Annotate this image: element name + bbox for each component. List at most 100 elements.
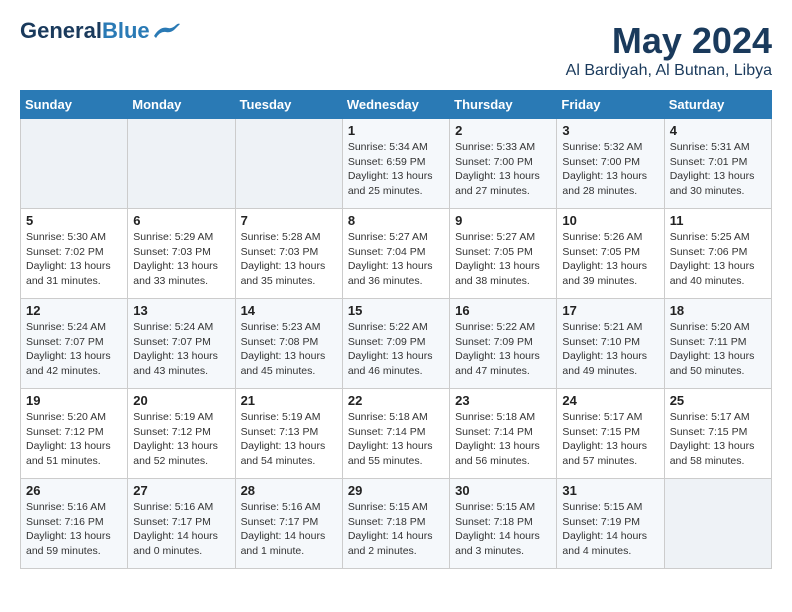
- calendar-week-row: 12 Sunrise: 5:24 AM Sunset: 7:07 PM Dayli…: [21, 299, 772, 389]
- column-header-tuesday: Tuesday: [235, 91, 342, 119]
- calendar-cell: 6 Sunrise: 5:29 AM Sunset: 7:03 PM Daylig…: [128, 209, 235, 299]
- cell-content: Sunrise: 5:23 AM Sunset: 7:08 PM Dayligh…: [241, 320, 337, 379]
- cell-content: Sunrise: 5:27 AM Sunset: 7:04 PM Dayligh…: [348, 230, 444, 289]
- cell-content: Sunrise: 5:31 AM Sunset: 7:01 PM Dayligh…: [670, 140, 766, 199]
- day-number: 24: [562, 393, 658, 408]
- cell-content: Sunrise: 5:18 AM Sunset: 7:14 PM Dayligh…: [455, 410, 551, 469]
- calendar-cell: 15Sunrise: 5:22 AM Sunset: 7:09 PM Dayli…: [342, 299, 449, 389]
- calendar-cell: 27Sunrise: 5:16 AM Sunset: 7:17 PM Dayli…: [128, 479, 235, 569]
- calendar-cell: 3 Sunrise: 5:32 AM Sunset: 7:00 PM Daylig…: [557, 119, 664, 209]
- cell-content: Sunrise: 5:21 AM Sunset: 7:10 PM Dayligh…: [562, 320, 658, 379]
- day-number: 6: [133, 213, 229, 228]
- calendar-cell: [664, 479, 771, 569]
- calendar-table: SundayMondayTuesdayWednesdayThursdayFrid…: [20, 90, 772, 569]
- day-number: 25: [670, 393, 766, 408]
- cell-content: Sunrise: 5:27 AM Sunset: 7:05 PM Dayligh…: [455, 230, 551, 289]
- cell-content: Sunrise: 5:20 AM Sunset: 7:11 PM Dayligh…: [670, 320, 766, 379]
- calendar-week-row: 1 Sunrise: 5:34 AM Sunset: 6:59 PM Daylig…: [21, 119, 772, 209]
- day-number: 1: [348, 123, 444, 138]
- cell-content: Sunrise: 5:19 AM Sunset: 7:13 PM Dayligh…: [241, 410, 337, 469]
- calendar-cell: 2 Sunrise: 5:33 AM Sunset: 7:00 PM Daylig…: [450, 119, 557, 209]
- day-number: 12: [26, 303, 122, 318]
- day-number: 7: [241, 213, 337, 228]
- day-number: 4: [670, 123, 766, 138]
- day-number: 5: [26, 213, 122, 228]
- calendar-cell: 24 Sunrise: 5:17 AM Sunset: 7:15 PM Dayli…: [557, 389, 664, 479]
- cell-content: Sunrise: 5:30 AM Sunset: 7:02 PM Dayligh…: [26, 230, 122, 289]
- day-number: 19: [26, 393, 122, 408]
- day-number: 8: [348, 213, 444, 228]
- cell-content: Sunrise: 5:29 AM Sunset: 7:03 PM Dayligh…: [133, 230, 229, 289]
- logo-bird-icon: [152, 22, 182, 40]
- calendar-week-row: 5 Sunrise: 5:30 AM Sunset: 7:02 PM Daylig…: [21, 209, 772, 299]
- page-header: GeneralBlue May 2024 Al Bardiyah, Al But…: [20, 20, 772, 80]
- calendar-cell: 31 Sunrise: 5:15 AM Sunset: 7:19 PM Dayli…: [557, 479, 664, 569]
- calendar-cell: 17Sunrise: 5:21 AM Sunset: 7:10 PM Dayli…: [557, 299, 664, 389]
- day-number: 15: [348, 303, 444, 318]
- cell-content: Sunrise: 5:26 AM Sunset: 7:05 PM Dayligh…: [562, 230, 658, 289]
- cell-content: Sunrise: 5:33 AM Sunset: 7:00 PM Dayligh…: [455, 140, 551, 199]
- calendar-cell: 19 Sunrise: 5:20 AM Sunset: 7:12 PM Dayli…: [21, 389, 128, 479]
- calendar-week-row: 26 Sunrise: 5:16 AM Sunset: 7:16 PM Dayli…: [21, 479, 772, 569]
- logo-text: GeneralBlue: [20, 20, 150, 42]
- location-title: Al Bardiyah, Al Butnan, Libya: [566, 62, 772, 80]
- cell-content: Sunrise: 5:17 AM Sunset: 7:15 PM Dayligh…: [562, 410, 658, 469]
- day-number: 30: [455, 483, 551, 498]
- cell-content: Sunrise: 5:15 AM Sunset: 7:19 PM Dayligh…: [562, 500, 658, 559]
- cell-content: Sunrise: 5:28 AM Sunset: 7:03 PM Dayligh…: [241, 230, 337, 289]
- cell-content: Sunrise: 5:15 AM Sunset: 7:18 PM Dayligh…: [348, 500, 444, 559]
- calendar-cell: 9 Sunrise: 5:27 AM Sunset: 7:05 PM Daylig…: [450, 209, 557, 299]
- cell-content: Sunrise: 5:32 AM Sunset: 7:00 PM Dayligh…: [562, 140, 658, 199]
- day-number: 29: [348, 483, 444, 498]
- day-number: 27: [133, 483, 229, 498]
- calendar-cell: 18Sunrise: 5:20 AM Sunset: 7:11 PM Dayli…: [664, 299, 771, 389]
- calendar-cell: 11Sunrise: 5:25 AM Sunset: 7:06 PM Dayli…: [664, 209, 771, 299]
- calendar-cell: 10Sunrise: 5:26 AM Sunset: 7:05 PM Dayli…: [557, 209, 664, 299]
- cell-content: Sunrise: 5:34 AM Sunset: 6:59 PM Dayligh…: [348, 140, 444, 199]
- column-header-saturday: Saturday: [664, 91, 771, 119]
- day-number: 2: [455, 123, 551, 138]
- calendar-cell: [235, 119, 342, 209]
- calendar-cell: 5 Sunrise: 5:30 AM Sunset: 7:02 PM Daylig…: [21, 209, 128, 299]
- calendar-cell: [128, 119, 235, 209]
- day-number: 21: [241, 393, 337, 408]
- cell-content: Sunrise: 5:20 AM Sunset: 7:12 PM Dayligh…: [26, 410, 122, 469]
- logo: GeneralBlue: [20, 20, 182, 42]
- day-number: 23: [455, 393, 551, 408]
- calendar-cell: 12 Sunrise: 5:24 AM Sunset: 7:07 PM Dayli…: [21, 299, 128, 389]
- calendar-cell: 25Sunrise: 5:17 AM Sunset: 7:15 PM Dayli…: [664, 389, 771, 479]
- day-number: 31: [562, 483, 658, 498]
- day-number: 13: [133, 303, 229, 318]
- cell-content: Sunrise: 5:24 AM Sunset: 7:07 PM Dayligh…: [133, 320, 229, 379]
- calendar-cell: 1 Sunrise: 5:34 AM Sunset: 6:59 PM Daylig…: [342, 119, 449, 209]
- calendar-cell: 28 Sunrise: 5:16 AM Sunset: 7:17 PM Dayli…: [235, 479, 342, 569]
- calendar-cell: 29 Sunrise: 5:15 AM Sunset: 7:18 PM Dayli…: [342, 479, 449, 569]
- day-number: 26: [26, 483, 122, 498]
- day-number: 28: [241, 483, 337, 498]
- column-header-sunday: Sunday: [21, 91, 128, 119]
- calendar-cell: 14Sunrise: 5:23 AM Sunset: 7:08 PM Dayli…: [235, 299, 342, 389]
- cell-content: Sunrise: 5:24 AM Sunset: 7:07 PM Dayligh…: [26, 320, 122, 379]
- day-number: 16: [455, 303, 551, 318]
- column-header-thursday: Thursday: [450, 91, 557, 119]
- cell-content: Sunrise: 5:16 AM Sunset: 7:16 PM Dayligh…: [26, 500, 122, 559]
- day-number: 9: [455, 213, 551, 228]
- cell-content: Sunrise: 5:15 AM Sunset: 7:18 PM Dayligh…: [455, 500, 551, 559]
- title-block: May 2024 Al Bardiyah, Al Butnan, Libya: [566, 20, 772, 80]
- calendar-cell: 21 Sunrise: 5:19 AM Sunset: 7:13 PM Dayli…: [235, 389, 342, 479]
- calendar-cell: 30 Sunrise: 5:15 AM Sunset: 7:18 PM Dayli…: [450, 479, 557, 569]
- logo-blue: Blue: [102, 18, 150, 43]
- cell-content: Sunrise: 5:25 AM Sunset: 7:06 PM Dayligh…: [670, 230, 766, 289]
- cell-content: Sunrise: 5:16 AM Sunset: 7:17 PM Dayligh…: [241, 500, 337, 559]
- column-header-friday: Friday: [557, 91, 664, 119]
- cell-content: Sunrise: 5:18 AM Sunset: 7:14 PM Dayligh…: [348, 410, 444, 469]
- month-title: May 2024: [566, 20, 772, 62]
- day-number: 3: [562, 123, 658, 138]
- logo-general: General: [20, 18, 102, 43]
- cell-content: Sunrise: 5:22 AM Sunset: 7:09 PM Dayligh…: [455, 320, 551, 379]
- calendar-cell: 20Sunrise: 5:19 AM Sunset: 7:12 PM Dayli…: [128, 389, 235, 479]
- calendar-header-row: SundayMondayTuesdayWednesdayThursdayFrid…: [21, 91, 772, 119]
- column-header-monday: Monday: [128, 91, 235, 119]
- cell-content: Sunrise: 5:19 AM Sunset: 7:12 PM Dayligh…: [133, 410, 229, 469]
- day-number: 22: [348, 393, 444, 408]
